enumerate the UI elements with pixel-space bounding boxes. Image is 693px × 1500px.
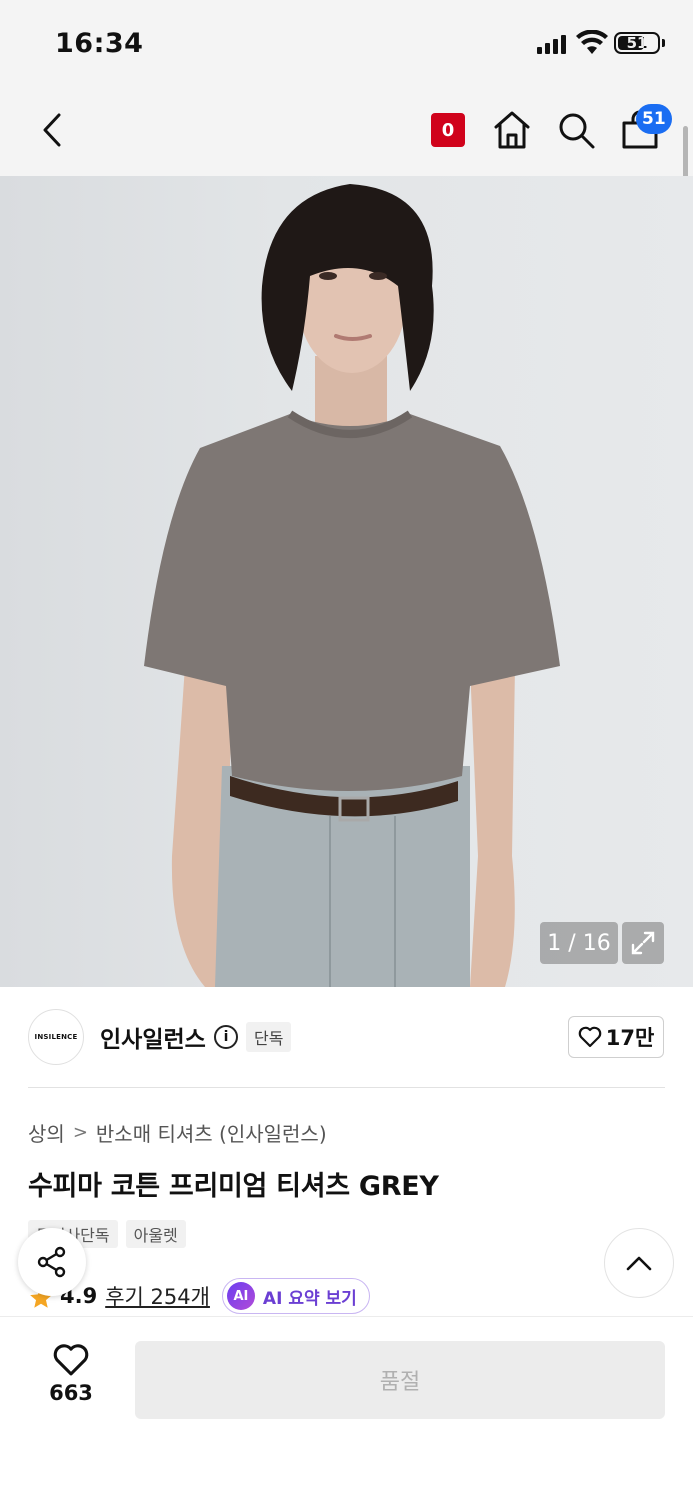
product-title: 수피마 코튼 프리미엄 티셔츠 GREY [28,1171,439,1202]
coupon-button[interactable]: 0 [431,113,465,147]
brand-like-count: 17만 [605,1026,655,1050]
share-button[interactable] [18,1228,86,1296]
ai-icon: AI [226,1282,255,1310]
ai-summary-button[interactable]: AI AI 요약 보기 [221,1278,370,1314]
expand-icon [631,931,655,955]
status-bar: 16:34 51 [0,0,693,88]
heart-icon [578,1026,602,1048]
cart-count-badge: 51 [636,104,672,134]
breadcrumb: 상의 > 반소매 티셔츠 (인사일런스) [28,1118,327,1147]
wishlist-count: 663 [49,1381,93,1405]
exclusive-badge: 단독 [246,1022,292,1052]
chevron-right-icon: > [72,1122,88,1143]
scroll-to-top-button[interactable] [604,1228,674,1298]
model-photo [144,184,560,987]
back-icon [43,113,61,147]
divider [28,1087,665,1088]
review-link[interactable]: 후기 254개 [105,1281,210,1311]
battery-level: 51 [626,34,648,52]
home-icon[interactable] [492,109,532,151]
breadcrumb-category[interactable]: 상의 [28,1118,65,1147]
tag: 아울렛 [125,1220,186,1248]
brand-logo[interactable]: INSILENCE [28,1009,84,1065]
battery-tip [662,39,665,47]
image-counter: 1 / 16 [540,922,618,964]
info-icon[interactable]: i [214,1025,238,1049]
share-icon [37,1246,66,1278]
top-nav-bar: 0 [0,88,693,176]
wifi-icon [576,30,608,54]
sold-out-button[interactable]: 품절 [135,1341,665,1419]
heart-icon [53,1344,89,1376]
bottom-action-bar: 663 품절 [0,1316,693,1500]
brand-like-button[interactable]: 17만 [568,1016,664,1058]
cellular-signal-icon [537,34,566,54]
status-time: 16:34 [55,28,144,59]
ai-summary-label: AI 요약 보기 [262,1288,357,1309]
search-icon[interactable] [556,110,596,150]
product-image[interactable] [0,176,693,987]
chevron-up-icon [626,1256,652,1271]
breadcrumb-subcategory[interactable]: 반소매 티셔츠 (인사일런스) [96,1118,327,1147]
wishlist-button[interactable]: 663 [30,1343,112,1417]
expand-image-button[interactable] [622,922,664,964]
back-button[interactable] [32,108,72,152]
rating-row: 4.9 후기 254개 AI AI 요약 보기 [28,1278,370,1314]
battery-icon: 51 [614,32,660,54]
brand-name[interactable]: 인사일런스 [100,1020,206,1054]
